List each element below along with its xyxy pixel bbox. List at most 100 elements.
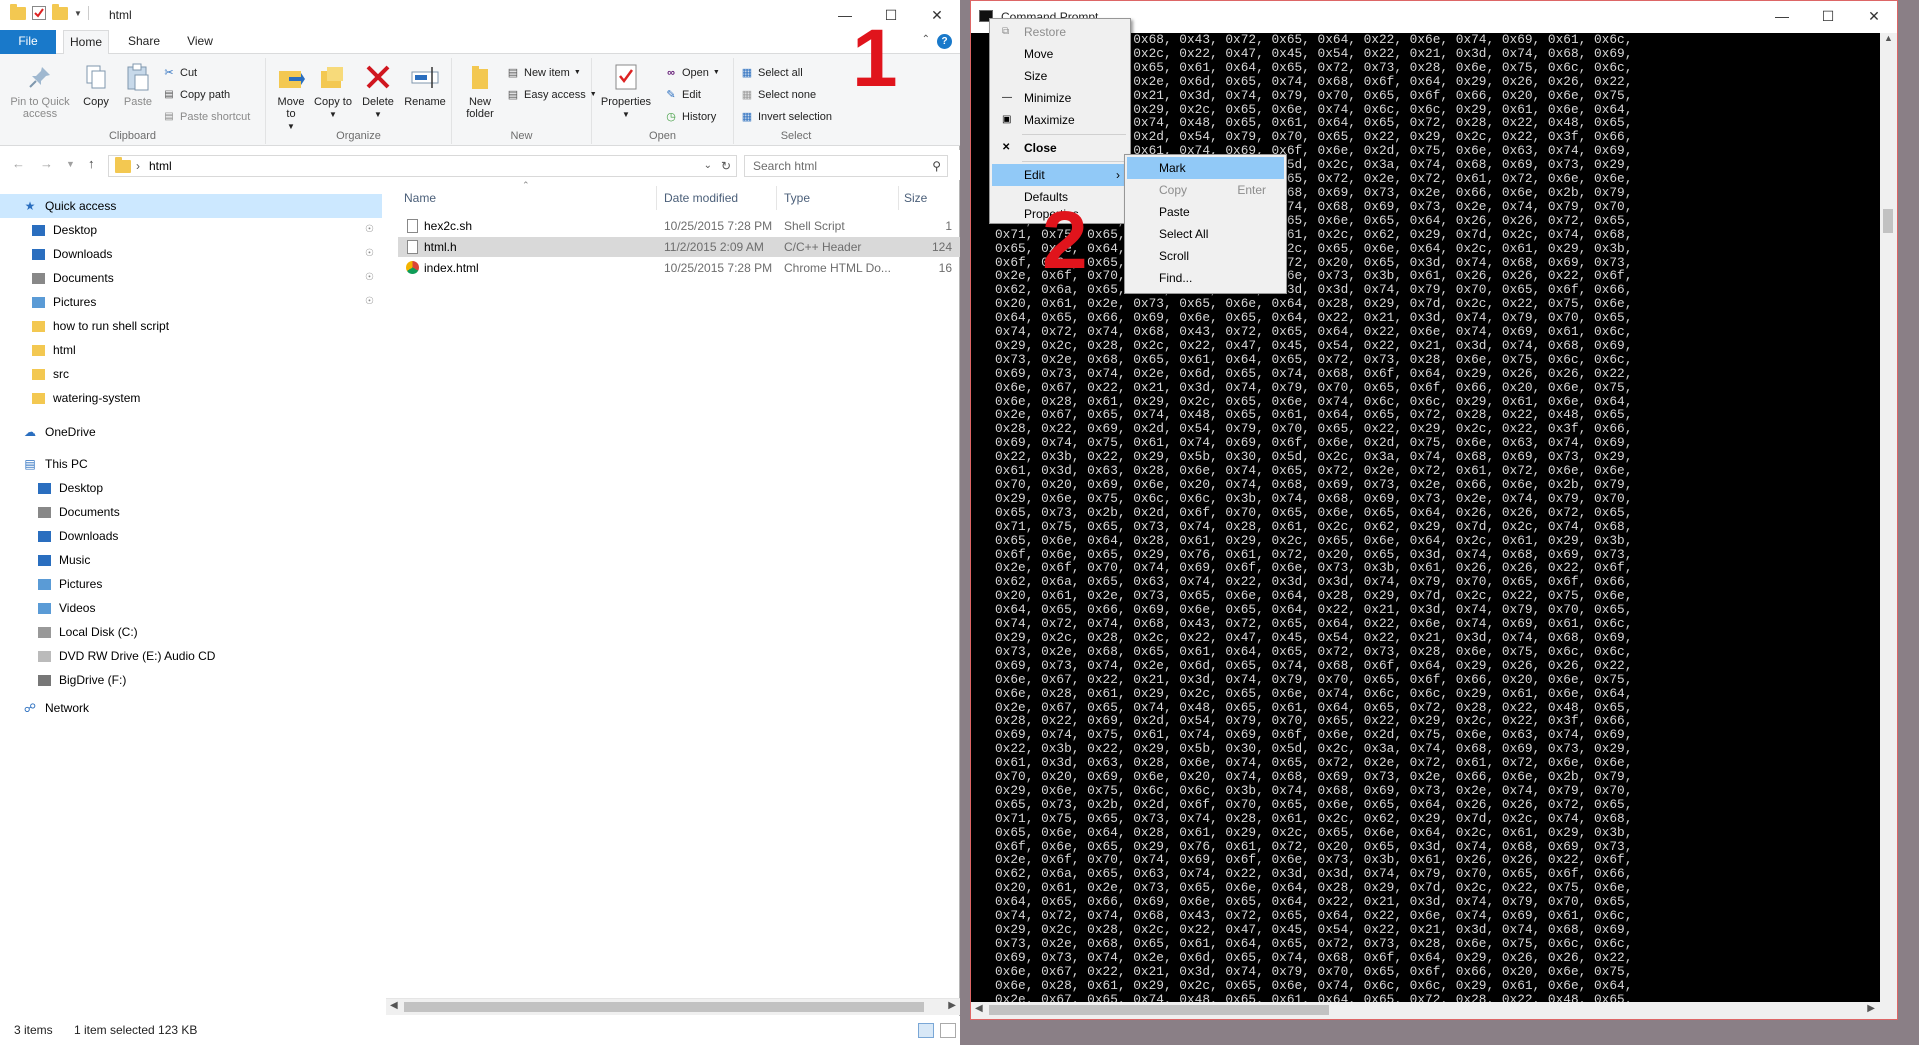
cut-button[interactable]: ✂ Cut	[162, 64, 197, 82]
menu-item-size[interactable]: Size	[992, 65, 1128, 87]
quick-access-item[interactable]: Downloads ☉	[0, 242, 382, 266]
horizontal-scrollbar[interactable]: ◀ ▶	[386, 998, 960, 1015]
select-none-button[interactable]: ▦ Select none	[740, 86, 816, 104]
submenu-item-paste[interactable]: Paste	[1127, 201, 1284, 223]
submenu-item-select-all[interactable]: Select All	[1127, 223, 1284, 245]
quick-access-item[interactable]: how to run shell script	[0, 314, 382, 338]
recent-locations-icon[interactable]: ▼	[66, 159, 75, 169]
edit-button[interactable]: ✎ Edit	[664, 86, 701, 104]
move-to-button[interactable]: Move to ▼	[272, 62, 310, 133]
this-pc-item[interactable]: Music	[0, 548, 382, 572]
column-divider[interactable]	[776, 186, 777, 210]
quick-access-item[interactable]: watering-system	[0, 386, 382, 410]
new-item-button[interactable]: ▤ New item ▼	[506, 64, 581, 82]
open-button[interactable]: ∞ Open ▼	[664, 64, 720, 82]
this-pc-item[interactable]: BigDrive (F:)	[0, 668, 382, 692]
submenu-item-find[interactable]: Find...	[1127, 267, 1284, 289]
quick-access-item[interactable]: Desktop ☉	[0, 218, 382, 242]
cmd-scroll-right-icon[interactable]: ▶	[1867, 1003, 1875, 1014]
tab-share[interactable]: Share	[120, 30, 168, 54]
scroll-up-icon[interactable]: ▲	[1884, 33, 1893, 43]
scroll-right-icon[interactable]: ▶	[948, 1000, 956, 1011]
cmd-maximize-button[interactable]: ☐	[1805, 1, 1851, 31]
nav-onedrive[interactable]: ☁ OneDrive	[0, 420, 382, 444]
menu-item-maximize[interactable]: ▣ Maximize	[992, 109, 1128, 131]
large-icons-view-icon[interactable]	[940, 1023, 956, 1038]
nav-network[interactable]: ☍ Network	[0, 696, 382, 720]
tab-file[interactable]: File	[0, 30, 56, 54]
tab-home[interactable]: Home	[63, 30, 109, 55]
delete-button[interactable]: Delete ▼	[358, 62, 398, 121]
column-divider[interactable]	[898, 186, 899, 210]
this-pc-item[interactable]: Videos	[0, 596, 382, 620]
file-row[interactable]: hex2c.sh 10/25/2015 7:28 PM Shell Script 1	[398, 216, 960, 236]
menu-item-close[interactable]: ✕ Close	[992, 137, 1128, 159]
quick-access-item[interactable]: Documents ☉	[0, 266, 382, 290]
file-row[interactable]: html.h 11/2/2015 2:09 AM C/C++ Header 124	[398, 237, 960, 257]
breadcrumb[interactable]: html	[149, 159, 172, 173]
column-header-name[interactable]: Name	[404, 188, 436, 208]
this-pc-item[interactable]: Documents	[0, 500, 382, 524]
scroll-left-icon[interactable]: ◀	[390, 1000, 398, 1011]
menu-item-minimize[interactable]: — Minimize	[992, 87, 1128, 109]
menu-item-edit[interactable]: Edit ›	[992, 164, 1128, 186]
pin-icon[interactable]: ☉	[365, 290, 374, 314]
column-header-size[interactable]: Size	[904, 188, 927, 208]
pin-icon[interactable]: ☉	[365, 218, 374, 242]
cmd-close-button[interactable]: ✕	[1851, 1, 1897, 31]
select-all-button[interactable]: ▦ Select all	[740, 64, 803, 82]
cmd-hscroll-thumb[interactable]	[989, 1005, 1329, 1015]
details-view-icon[interactable]	[918, 1023, 934, 1038]
properties-button[interactable]: Properties ▼	[598, 62, 654, 121]
this-pc-item[interactable]: Pictures	[0, 572, 382, 596]
submenu-item-scroll[interactable]: Scroll	[1127, 245, 1284, 267]
menu-item-move[interactable]: Move	[992, 43, 1128, 65]
close-button[interactable]: ✕	[914, 0, 960, 30]
cmd-vertical-scrollbar[interactable]: ▲ ▼	[1880, 33, 1897, 1013]
new-folder-button[interactable]: New folder	[458, 62, 502, 120]
back-button[interactable]: ←	[12, 156, 25, 171]
quick-access-item[interactable]: Pictures ☉	[0, 290, 382, 314]
submenu-item-copy[interactable]: Copy Enter	[1127, 179, 1284, 201]
scrollbar-thumb[interactable]	[404, 1002, 924, 1012]
up-button[interactable]: ↑	[88, 156, 95, 171]
tab-view[interactable]: View	[178, 30, 222, 54]
paste-button[interactable]: Paste	[118, 62, 158, 108]
cmd-minimize-button[interactable]: —	[1759, 1, 1805, 31]
properties-qat-icon[interactable]	[32, 6, 46, 20]
file-row[interactable]: index.html 10/25/2015 7:28 PM Chrome HTML …	[398, 258, 960, 278]
quick-access-item[interactable]: src	[0, 362, 382, 386]
copy-button[interactable]: Copy	[76, 62, 116, 108]
pin-to-quick-access-button[interactable]: Pin to Quick access	[4, 62, 76, 120]
copy-path-button[interactable]: ▤ Copy path	[162, 86, 230, 104]
rename-button[interactable]: Rename	[402, 62, 448, 108]
column-header-type[interactable]: Type	[784, 188, 810, 208]
address-dropdown-icon[interactable]: ⌄	[704, 156, 712, 176]
cmd-scroll-left-icon[interactable]: ◀	[975, 1003, 983, 1014]
cmd-horizontal-scrollbar[interactable]: ◀ ▶	[971, 1002, 1897, 1019]
cmd-vscroll-thumb[interactable]	[1883, 209, 1893, 233]
help-icon[interactable]: ?	[937, 34, 952, 49]
nav-this-pc[interactable]: ▤ This PC	[0, 452, 382, 476]
nav-quick-access[interactable]: ★ Quick access	[0, 194, 382, 218]
submenu-item-mark[interactable]: Mark	[1127, 157, 1284, 179]
qat-dropdown-icon[interactable]: ▼	[74, 9, 82, 18]
copy-to-button[interactable]: Copy to ▼	[314, 62, 352, 121]
ribbon-collapse-icon[interactable]: ⌃	[922, 34, 930, 45]
this-pc-item[interactable]: Local Disk (C:)	[0, 620, 382, 644]
this-pc-item[interactable]: Desktop	[0, 476, 382, 500]
pin-icon[interactable]: ☉	[365, 242, 374, 266]
forward-button[interactable]: →	[40, 156, 53, 171]
this-pc-item[interactable]: DVD RW Drive (E:) Audio CD	[0, 644, 382, 668]
refresh-icon[interactable]: ↻	[721, 156, 731, 176]
history-button[interactable]: ◷ History	[664, 108, 716, 126]
menu-item-restore[interactable]: ⧉ Restore	[992, 21, 1128, 43]
quick-access-item[interactable]: html	[0, 338, 382, 362]
search-icon[interactable]: ⚲	[932, 156, 941, 176]
column-header-date[interactable]: Date modified	[664, 188, 738, 208]
address-bar[interactable]: › html ⌄ ↻	[108, 155, 737, 177]
column-divider[interactable]	[656, 186, 657, 210]
new-folder-qat-icon[interactable]	[52, 3, 68, 20]
easy-access-button[interactable]: ▤ Easy access ▼	[506, 86, 597, 104]
pin-icon[interactable]: ☉	[365, 266, 374, 290]
